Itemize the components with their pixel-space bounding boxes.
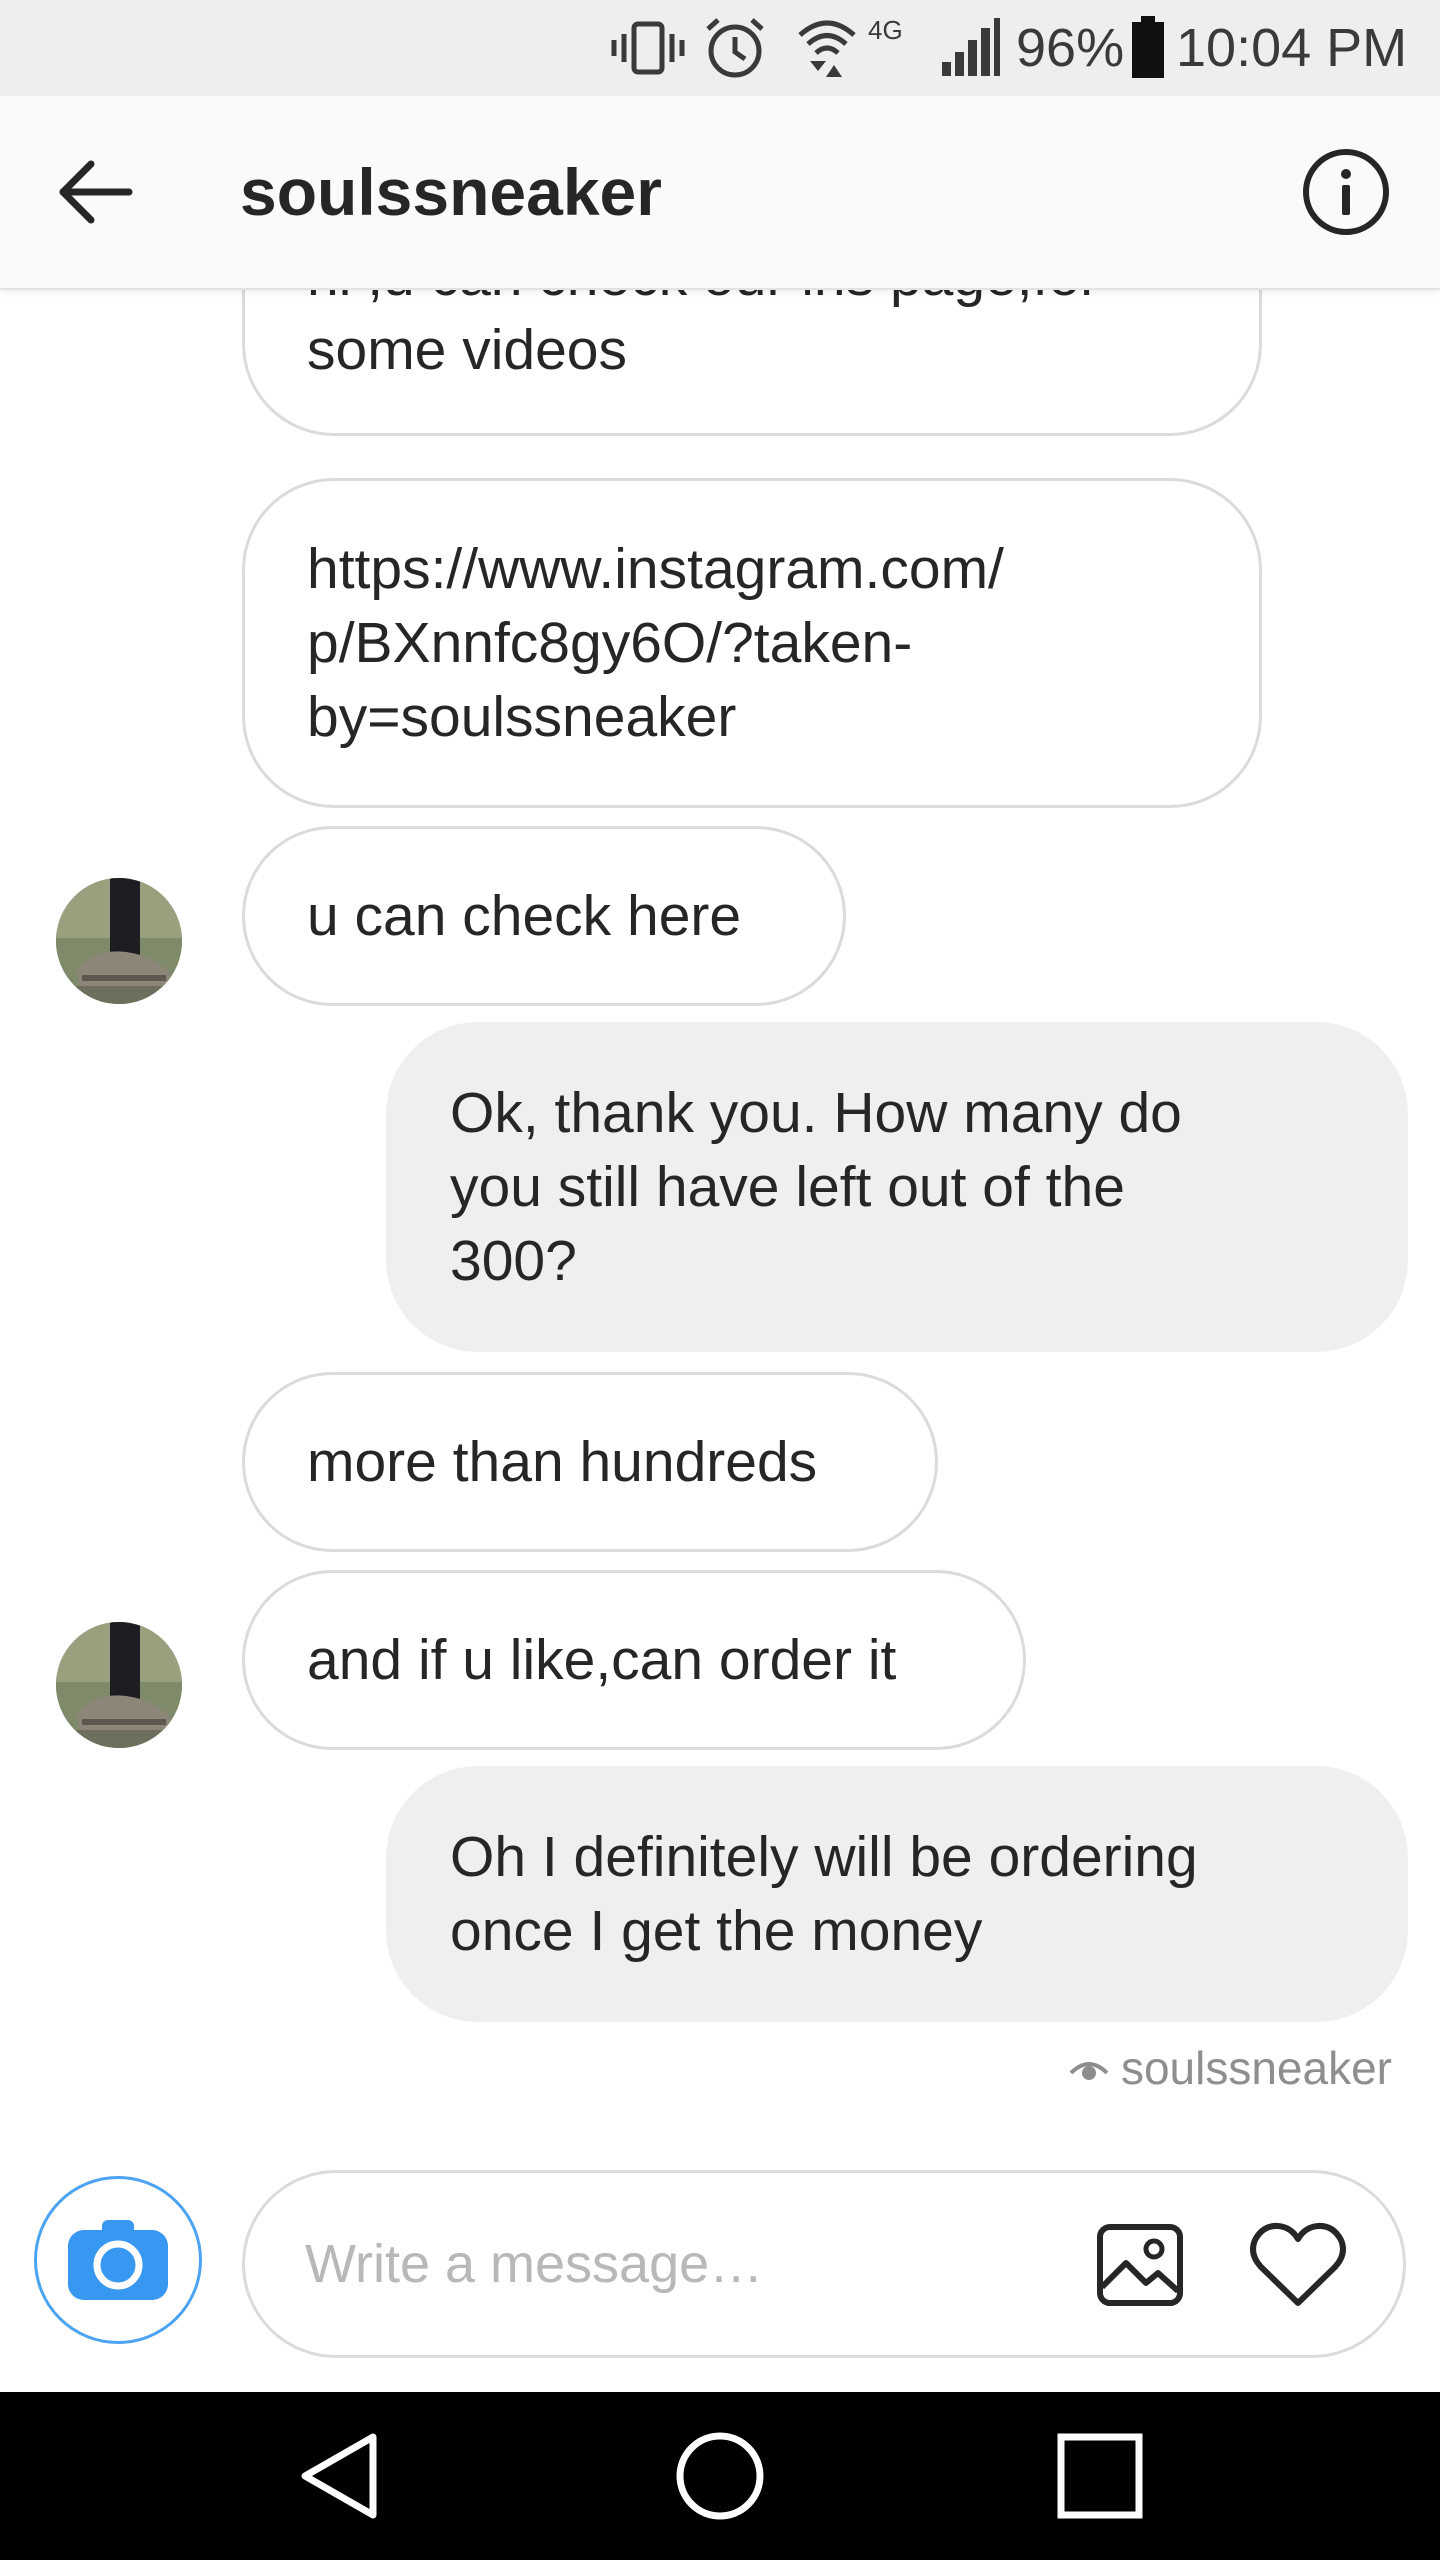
sneaker-photo-icon (56, 878, 182, 1004)
clock: 10:04 PM (1176, 18, 1408, 78)
message-text: u can check here (307, 884, 742, 948)
network-label: 4G (868, 14, 903, 45)
message-bubble-incoming[interactable]: and if u like,can order it (242, 1570, 1026, 1750)
system-home-button[interactable] (636, 2392, 804, 2560)
like-button[interactable] (1241, 2209, 1355, 2321)
seen-by-label: soulssneaker (1120, 2042, 1392, 2094)
camera-icon (68, 2220, 168, 2300)
image-icon (1097, 2224, 1183, 2306)
home-circle-icon (676, 2432, 764, 2520)
message-composer (242, 2170, 1406, 2358)
message-text: and if u like,can order it (307, 1628, 897, 1692)
message-bubble-outgoing[interactable]: Oh I definitely will be ordering once I … (386, 1766, 1408, 2022)
battery-percent: 96% (1016, 18, 1125, 78)
arrow-left-icon (59, 160, 133, 224)
message-bubble-incoming[interactable]: more than hundreds (242, 1372, 938, 1552)
system-recents-button[interactable] (1016, 2392, 1184, 2560)
vibrate-icon (608, 0, 688, 96)
status-bar: 4G 96% 10:04 PM (0, 0, 1440, 96)
message-text: hi ,u can check our ins page,for some vi… (307, 288, 1099, 382)
camera-button[interactable] (34, 2176, 202, 2344)
message-text: more than hundreds (307, 1430, 818, 1494)
message-bubble-outgoing[interactable]: Ok, thank you. How many do you still hav… (386, 1022, 1408, 1352)
seen-indicator: soulssneaker (1069, 2038, 1392, 2098)
heart-icon (1250, 2222, 1346, 2306)
conversation-title[interactable]: soulssneaker (240, 96, 662, 288)
info-button[interactable] (1292, 140, 1400, 244)
message-input[interactable] (303, 2213, 1087, 2315)
back-button[interactable] (40, 140, 150, 244)
message-text: Ok, thank you. How many do you still hav… (450, 1081, 1182, 1293)
message-text: Oh I definitely will be ordering once I … (450, 1825, 1198, 1963)
info-icon (1303, 149, 1389, 235)
alarm-icon (702, 0, 768, 96)
system-back-button[interactable] (256, 2392, 424, 2560)
battery-icon (1130, 0, 1166, 96)
message-thread[interactable]: hi ,u can check our ins page,for some vi… (0, 288, 1440, 2128)
gallery-button[interactable] (1083, 2209, 1197, 2321)
back-triangle-icon (301, 2433, 377, 2519)
recents-square-icon (1057, 2433, 1143, 2519)
conversation-header: soulssneaker (0, 96, 1440, 290)
eye-icon (1069, 2062, 1109, 2080)
message-bubble-incoming[interactable]: https://www.instagram.com/ p/BXnnfc8gy6O… (242, 478, 1262, 808)
avatar[interactable] (56, 1622, 182, 1748)
message-bubble-incoming[interactable]: hi ,u can check our ins page,for some vi… (242, 288, 1262, 436)
avatar[interactable] (56, 878, 182, 1004)
sneaker-photo-icon (56, 1622, 182, 1748)
signal-icon (940, 0, 1002, 96)
system-nav-bar (0, 2392, 1440, 2560)
wifi-icon (796, 0, 858, 96)
message-text: https://www.instagram.com/ p/BXnnfc8gy6O… (307, 537, 1004, 749)
message-bubble-incoming[interactable]: u can check here (242, 826, 846, 1006)
